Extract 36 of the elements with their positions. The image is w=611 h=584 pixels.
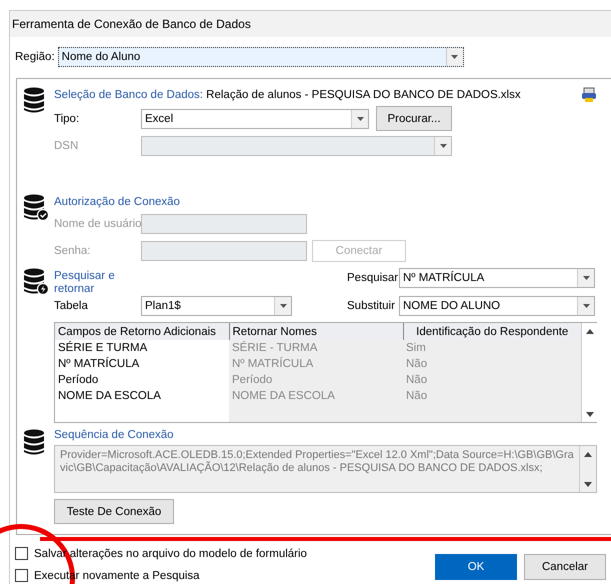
region-dropdown[interactable]: Nome do Aluno — [58, 47, 464, 67]
section-heading: Sequência de Conexão — [54, 429, 175, 441]
section-heading: Pesquisar e retornar — [54, 270, 116, 296]
dsn-label: DSN — [54, 140, 80, 152]
section-heading: Seleção de Banco de Dados: — [54, 89, 203, 101]
checkbox[interactable] — [15, 547, 28, 560]
test-connection-button[interactable]: Teste De Conexão — [54, 499, 174, 524]
section-heading: Autorização de Conexão — [54, 196, 181, 208]
table-label: Tabela — [54, 300, 89, 312]
printer-icon[interactable] — [581, 87, 597, 103]
password-label: Senha: — [54, 245, 92, 257]
password-field[interactable] — [141, 241, 307, 261]
connection-string-field[interactable]: Provider=Microsoft.ACE.OLEDB.15.0;Extended Properties="Excel 12.0 Xml";Data Source=H:\GB\GB\Gravic\GB\Capacitação\AVALIAÇÃO\12\Relação de alunos - PESQUISA DO BANCO DE DADOS.xlsx; — [54, 445, 597, 493]
region-label: Região: — [15, 51, 55, 63]
replace-dropdown[interactable]: NOME DO ALUNO — [399, 296, 595, 316]
file-name: Relação de alunos - PESQUISA DO BANCO DE DADOS.xlsx — [206, 89, 521, 101]
type-label: Tipo: — [54, 112, 80, 124]
table-cell: SÉRIE E TURMA — [55, 340, 229, 356]
search-label: Pesquisar — [347, 272, 399, 284]
browse-button[interactable]: Procurar... — [376, 106, 452, 131]
database-bolt-icon — [23, 268, 49, 296]
search-dropdown[interactable]: Nº MATRÍCULA — [399, 268, 595, 288]
column-header[interactable]: Campos de Retorno Adicionais — [55, 323, 229, 340]
window-title: Ferramenta de Conexão de Banco de Dados — [10, 11, 611, 37]
ok-button[interactable]: OK — [435, 554, 517, 580]
replace-label: Substituir — [347, 300, 396, 312]
table-cell-text: Período — [57, 373, 100, 388]
database-check-icon — [23, 194, 49, 222]
username-label: Nome de usuário — [54, 218, 141, 230]
checkbox[interactable] — [15, 569, 28, 582]
type-dropdown[interactable]: Excel — [141, 108, 369, 128]
table-cell-text: Nº MATRÍCULA — [57, 356, 140, 372]
cancel-button[interactable]: Cancelar — [524, 554, 606, 580]
column-header[interactable]: Retornar Nomes — [229, 323, 403, 340]
table-dropdown[interactable]: Plan1$ — [141, 296, 292, 316]
table-cell-text: NOME DA ESCOLA — [57, 389, 162, 404]
